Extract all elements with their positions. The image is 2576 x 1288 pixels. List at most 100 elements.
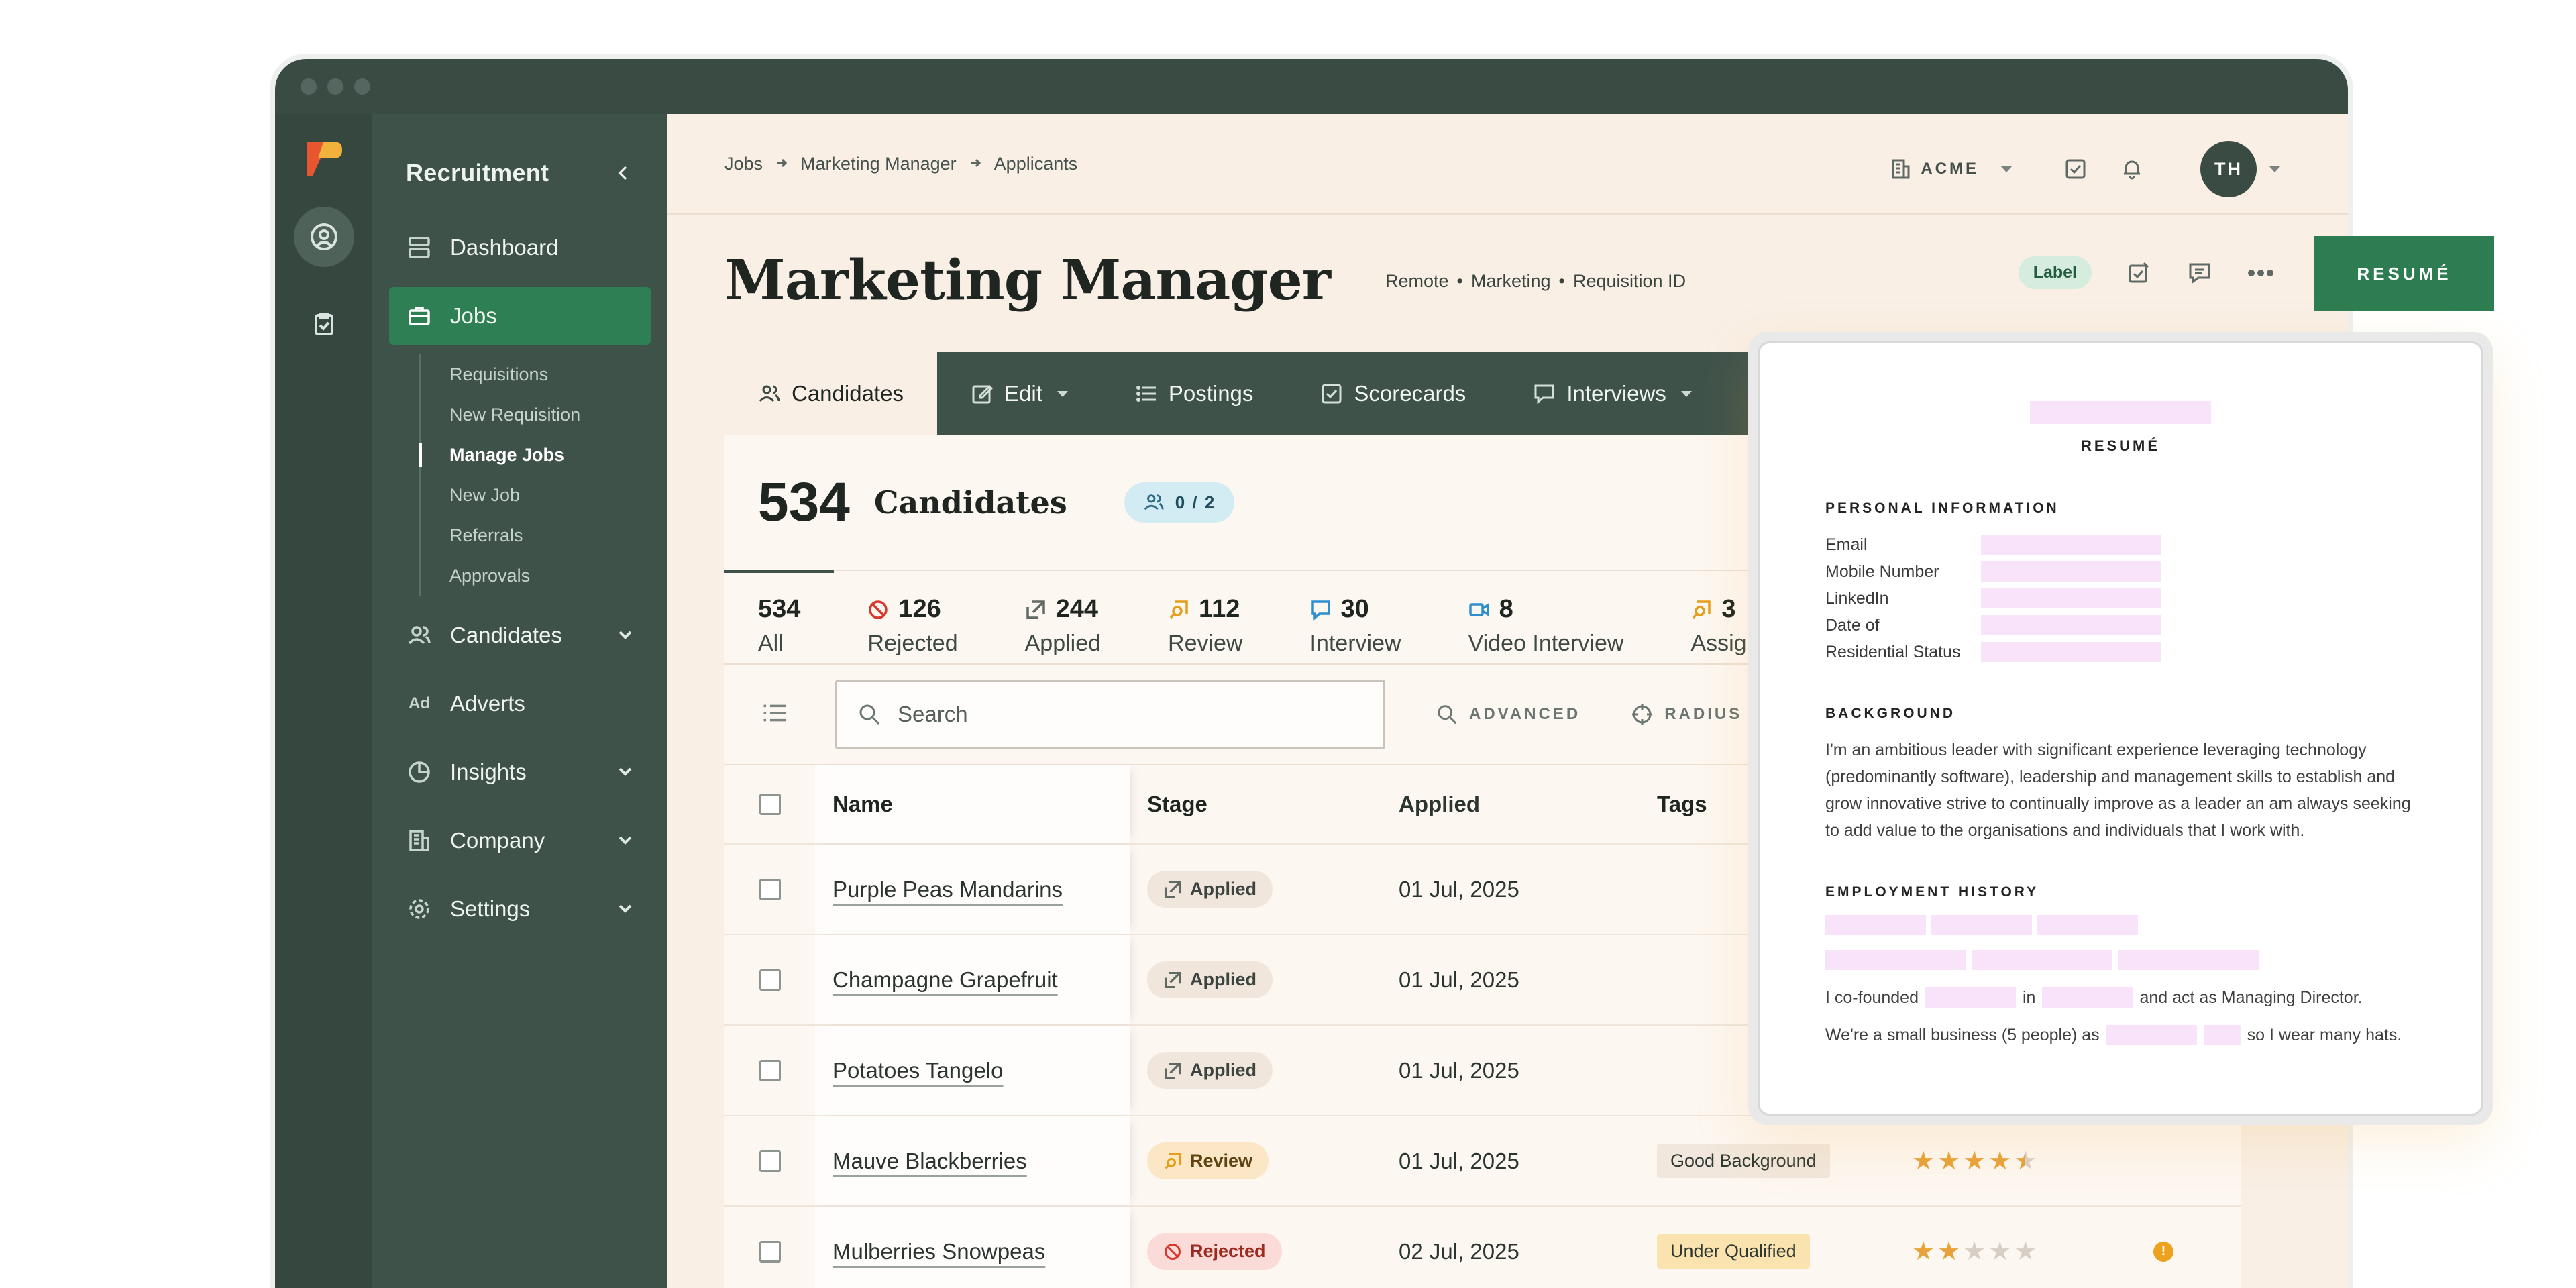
notifications-button[interactable] [2117, 154, 2147, 184]
chevron-down-icon [616, 623, 634, 649]
candidate-name-link[interactable]: Purple Peas Mandarins [833, 877, 1063, 902]
stage-count: 3 [1721, 595, 1736, 623]
window-minimize-dot[interactable] [327, 78, 343, 95]
stage-label: Review [1168, 631, 1243, 656]
sidebar-subitem-new-job[interactable]: New Job [421, 475, 667, 515]
sidebar-item-settings[interactable]: Settings [389, 880, 651, 938]
stage-label: Applied [1024, 631, 1102, 656]
tab-label: Scorecards [1354, 381, 1466, 406]
caret-down-icon [1680, 390, 1692, 397]
stage-label: Rejected [867, 631, 958, 656]
search-input[interactable] [898, 702, 1367, 727]
tab-label: Edit [1004, 381, 1042, 406]
sidebar-item-candidates[interactable]: Candidates [389, 606, 651, 664]
advanced-search-button[interactable]: ADVANCED [1436, 703, 1580, 726]
candidate-name-link[interactable]: Mauve Blackberries [833, 1148, 1027, 1174]
candidate-name-link[interactable]: Champagne Grapefruit [833, 967, 1058, 993]
tab-postings[interactable]: Postings [1102, 352, 1287, 435]
row-checkbox[interactable] [759, 878, 781, 900]
sidebar-item-dashboard[interactable]: Dashboard [389, 219, 651, 276]
window-close-dot[interactable] [301, 78, 317, 95]
sidebar-subitem-new-requisition[interactable]: New Requisition [421, 394, 667, 435]
alert-icon[interactable]: ! [2153, 1241, 2174, 1262]
caret-down-icon[interactable] [2269, 166, 2281, 172]
tab-interviews[interactable]: Interviews [1499, 352, 1725, 435]
star-icon: ★ [1912, 1146, 1935, 1175]
sidebar-subitem-referrals[interactable]: Referrals [421, 515, 667, 555]
sidebar-subitem-requisitions[interactable]: Requisitions [421, 354, 667, 394]
top-right-controls: ACME TH [1890, 141, 2281, 197]
breadcrumb-job[interactable]: Marketing Manager [800, 154, 957, 174]
row-checkbox[interactable] [759, 969, 781, 991]
applied-arrow-icon [1026, 600, 1045, 619]
candidate-tag: Good Background [1657, 1144, 1830, 1178]
radius-button[interactable]: RADIUS [1631, 703, 1742, 726]
edit-check-icon[interactable] [2127, 260, 2152, 286]
rail-tasks-button[interactable] [294, 294, 354, 354]
job-meta-department: Marketing [1470, 271, 1551, 291]
team-assign-pill[interactable]: 0 / 2 [1124, 482, 1235, 523]
stage-rejected[interactable]: 126 Rejected [834, 595, 991, 657]
sidebar-item-label: Jobs [450, 303, 497, 328]
tab-edit[interactable]: Edit [937, 352, 1102, 435]
comment-icon[interactable] [2187, 260, 2212, 286]
stage-applied[interactable]: 244 Applied [991, 595, 1134, 657]
building-icon [1892, 159, 1910, 179]
star-icon: ★ [1963, 1237, 1986, 1266]
candidate-name-link[interactable]: Potatoes Tangelo [833, 1058, 1003, 1083]
stage-review[interactable]: 112 Review [1134, 595, 1276, 657]
sidebar-item-adverts[interactable]: Ad Adverts [389, 675, 651, 733]
column-header-name[interactable]: Name [815, 765, 1130, 843]
list-view-toggle[interactable] [761, 700, 788, 730]
stage-count: 126 [898, 595, 941, 623]
job-meta-location: Remote [1385, 271, 1449, 291]
arrow-right-icon [775, 154, 788, 174]
row-checkbox[interactable] [759, 1150, 781, 1172]
column-header-applied[interactable]: Applied [1389, 792, 1647, 817]
sidebar-subitem-approvals[interactable]: Approvals [421, 555, 667, 596]
stage-all[interactable]: 534 All [724, 570, 835, 657]
sidebar-subitem-manage-jobs[interactable]: Manage Jobs [419, 435, 667, 475]
edit-icon [972, 384, 994, 404]
stage-video-interview[interactable]: 8 Video Interview [1435, 595, 1658, 657]
search-box[interactable] [835, 680, 1385, 749]
stage-interview[interactable]: 30 Interview [1277, 595, 1435, 657]
user-search-icon [310, 223, 337, 250]
table-row[interactable]: Mulberries Snowpeas Rejected 02 Jul, 202… [724, 1205, 2241, 1288]
advanced-label: ADVANCED [1469, 705, 1581, 723]
sidebar-item-label: Insights [450, 759, 527, 784]
stage-count: 30 [1340, 595, 1369, 623]
breadcrumb: Jobs Marketing Manager Applicants [724, 154, 1077, 174]
sidebar-item-company[interactable]: Company [389, 812, 651, 869]
label-badge[interactable]: Label [2018, 256, 2092, 289]
row-checkbox[interactable] [759, 1059, 781, 1081]
applied-arrow-icon [1164, 881, 1181, 898]
candidate-name-link[interactable]: Mulberries Snowpeas [833, 1239, 1045, 1265]
collapse-sidebar-button[interactable] [611, 161, 635, 185]
select-all-checkbox[interactable] [759, 794, 781, 815]
tasks-button[interactable] [2061, 154, 2090, 184]
sidebar-item-insights[interactable]: Insights [389, 743, 651, 801]
sidebar-item-jobs[interactable]: Jobs [389, 287, 651, 345]
candidate-count: 534 [758, 472, 850, 533]
top-bar: Jobs Marketing Manager Applicants ACME T… [667, 114, 2348, 215]
sidebar-item-label: Settings [450, 896, 531, 921]
org-switcher[interactable]: ACME [1890, 158, 2012, 180]
breadcrumb-jobs[interactable]: Jobs [724, 154, 763, 174]
job-tabs: Candidates Edit Postings Scorecards Inte… [724, 352, 1811, 435]
avatar[interactable]: TH [2200, 141, 2257, 197]
resume-button[interactable]: RESUMÉ [2314, 236, 2494, 311]
more-icon[interactable] [2247, 269, 2274, 277]
window-maximize-dot[interactable] [354, 78, 370, 95]
column-header-stage[interactable]: Stage [1130, 792, 1389, 817]
row-checkbox[interactable] [759, 1240, 781, 1263]
tab-candidates[interactable]: Candidates [724, 352, 937, 435]
rail-recruitment-button[interactable] [293, 207, 354, 267]
users-icon [759, 385, 780, 402]
rating-stars: ★ ★ ★ ★ ★ [1912, 1148, 2174, 1174]
tab-scorecards[interactable]: Scorecards [1287, 352, 1499, 435]
table-row[interactable]: Mauve Blackberries Review 01 Jul, 2025 G… [724, 1115, 2241, 1205]
chevron-down-icon [616, 760, 634, 786]
applied-date: 01 Jul, 2025 [1399, 967, 1519, 992]
star-icon: ★ [1937, 1237, 1961, 1266]
